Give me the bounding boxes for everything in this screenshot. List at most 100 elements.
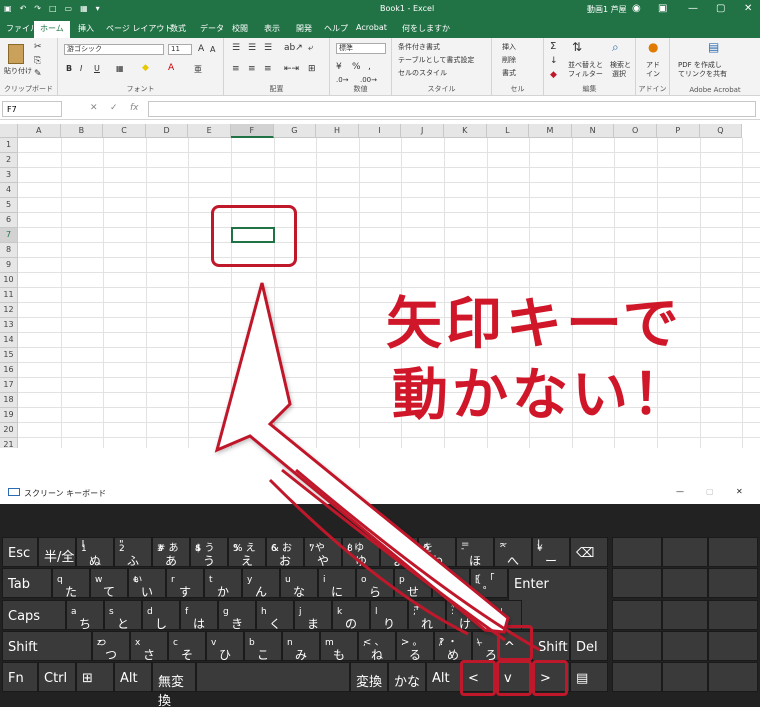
column-header-A[interactable]: A: [18, 124, 61, 138]
key-3-6[interactable]: みn: [282, 631, 320, 662]
key-right-1-1[interactable]: [662, 568, 708, 598]
font-color-icon[interactable]: A: [168, 63, 174, 73]
border-icon[interactable]: ▦: [116, 64, 124, 73]
key-2-7[interactable]: まj: [294, 600, 332, 631]
indent-icon[interactable]: ⇤⇥: [284, 64, 299, 74]
row-header-9[interactable]: 9: [0, 258, 18, 273]
ribbon-options-icon[interactable]: ▣: [658, 3, 667, 14]
row-header-8[interactable]: 8: [0, 243, 18, 258]
pdf-share-icon[interactable]: ▤: [708, 40, 719, 54]
key-2-1[interactable]: ちa: [66, 600, 104, 631]
column-header-D[interactable]: D: [145, 124, 189, 138]
copy-icon[interactable]: ⎘: [34, 56, 41, 66]
row-header-1[interactable]: 1: [0, 138, 18, 153]
key-1-11[interactable]: ` ゛ @: [432, 568, 470, 599]
select-label[interactable]: 選択: [612, 69, 626, 79]
key-2-9[interactable]: りl: [370, 600, 408, 631]
key-4-2[interactable]: ⊞: [76, 662, 114, 692]
key-0-11[interactable]: をわ0: [418, 537, 456, 568]
row-header-16[interactable]: 16: [0, 363, 18, 378]
key-2-11[interactable]: * け:: [446, 600, 484, 631]
fill-color-icon[interactable]: ◆: [142, 63, 149, 73]
column-header-N[interactable]: N: [571, 124, 615, 138]
row-header-4[interactable]: 4: [0, 183, 18, 198]
top-align-icon[interactable]: ☰: [232, 43, 240, 53]
key-1-1[interactable]: たq: [52, 568, 90, 599]
row-header-14[interactable]: 14: [0, 333, 18, 348]
sort-filter-icon[interactable]: ⇅: [572, 40, 582, 54]
column-header-I[interactable]: I: [358, 124, 402, 138]
key-2-0[interactable]: Caps: [2, 600, 66, 630]
row-header-6[interactable]: 6: [0, 213, 18, 228]
key-3-8[interactable]: < 、ね,: [358, 631, 396, 662]
key-right-4-1[interactable]: [662, 662, 708, 692]
row-header-13[interactable]: 13: [0, 318, 18, 333]
paste-icon[interactable]: [8, 44, 24, 64]
column-header-K[interactable]: K: [444, 124, 487, 138]
key-4-12[interactable]: ▤: [570, 662, 608, 692]
key-4-0[interactable]: Fn: [2, 662, 38, 692]
row-header-11[interactable]: 11: [0, 288, 18, 303]
tab-4[interactable]: 数式: [170, 23, 186, 34]
key-0-6[interactable]: % ええ5: [228, 537, 266, 568]
currency-icon[interactable]: ¥: [336, 62, 342, 72]
redo-icon[interactable]: ↷: [34, 4, 41, 13]
key-0-10[interactable]: ) よよ9: [380, 537, 418, 568]
pdf-create-label-2[interactable]: てリンクを共有: [678, 69, 727, 79]
key-4-3[interactable]: Alt: [114, 662, 152, 692]
column-header-O[interactable]: O: [614, 124, 657, 138]
key-right-0-2[interactable]: [708, 537, 758, 567]
row-header-20[interactable]: 20: [0, 423, 18, 438]
autosum-icon[interactable]: Σ: [550, 41, 556, 52]
tab-5[interactable]: データ: [200, 23, 224, 34]
insert-function-icon[interactable]: fx: [130, 103, 139, 113]
maximize-icon[interactable]: ▢: [706, 487, 714, 496]
close-icon[interactable]: ✕: [744, 3, 752, 14]
underline-icon[interactable]: U: [94, 64, 100, 73]
align-right-icon[interactable]: ≡: [264, 64, 272, 74]
key-3-9[interactable]: > 。る.: [396, 631, 434, 662]
key-right-3-0[interactable]: [612, 631, 662, 661]
bottom-align-icon[interactable]: ☰: [264, 43, 272, 53]
tab-8[interactable]: 開発: [296, 23, 312, 34]
key-2-6[interactable]: くh: [256, 600, 294, 631]
fill-icon[interactable]: ↓: [550, 56, 558, 66]
cell-styles-button[interactable]: セルのスタイル: [398, 68, 447, 78]
key-3-7[interactable]: もm: [320, 631, 358, 662]
undo-icon[interactable]: ↶: [20, 4, 27, 13]
format-as-table-button[interactable]: テーブルとして書式設定: [398, 55, 474, 65]
key-3-1[interactable]: っつz: [92, 631, 130, 662]
key-4-8[interactable]: Alt: [426, 662, 462, 692]
filter-label[interactable]: フィルター: [568, 69, 603, 79]
column-header-G[interactable]: G: [273, 124, 317, 138]
addin-icon[interactable]: ●: [648, 40, 658, 54]
key-1-5[interactable]: かt: [204, 568, 242, 599]
key-0-0[interactable]: Esc: [2, 537, 38, 567]
format-cells-button[interactable]: 書式: [502, 68, 516, 78]
more-icon[interactable]: ▾: [96, 4, 100, 13]
key-1-0[interactable]: Tab: [2, 568, 52, 598]
key-4-1[interactable]: Ctrl: [38, 662, 76, 692]
tab-10[interactable]: Acrobat: [356, 23, 387, 32]
key-1-6[interactable]: んy: [242, 568, 280, 599]
row-header-5[interactable]: 5: [0, 198, 18, 213]
key-1-2[interactable]: てw: [90, 568, 128, 599]
key-0-8[interactable]: ' やや7: [304, 537, 342, 568]
column-header-M[interactable]: M: [529, 124, 572, 138]
middle-align-icon[interactable]: ☰: [248, 43, 256, 53]
key-2-4[interactable]: はf: [180, 600, 218, 631]
row-header-7[interactable]: 7: [0, 228, 18, 243]
conditional-format-button[interactable]: 条件付き書式: [398, 42, 440, 52]
row-header-2[interactable]: 2: [0, 153, 18, 168]
column-header-C[interactable]: C: [103, 124, 146, 138]
align-left-icon[interactable]: ≡: [232, 64, 240, 74]
key-right-0-1[interactable]: [662, 537, 708, 567]
find-select-icon[interactable]: ⌕: [612, 40, 619, 55]
column-header-E[interactable]: E: [188, 124, 231, 138]
key-2-10[interactable]: + れ;: [408, 600, 446, 631]
key-1-13[interactable]: Enter: [508, 568, 608, 630]
key-3-0[interactable]: Shift: [2, 631, 92, 661]
minimize-icon[interactable]: —: [676, 487, 684, 496]
user-name[interactable]: 動画1 芦屋: [587, 4, 627, 15]
select-all-corner[interactable]: [0, 124, 18, 138]
